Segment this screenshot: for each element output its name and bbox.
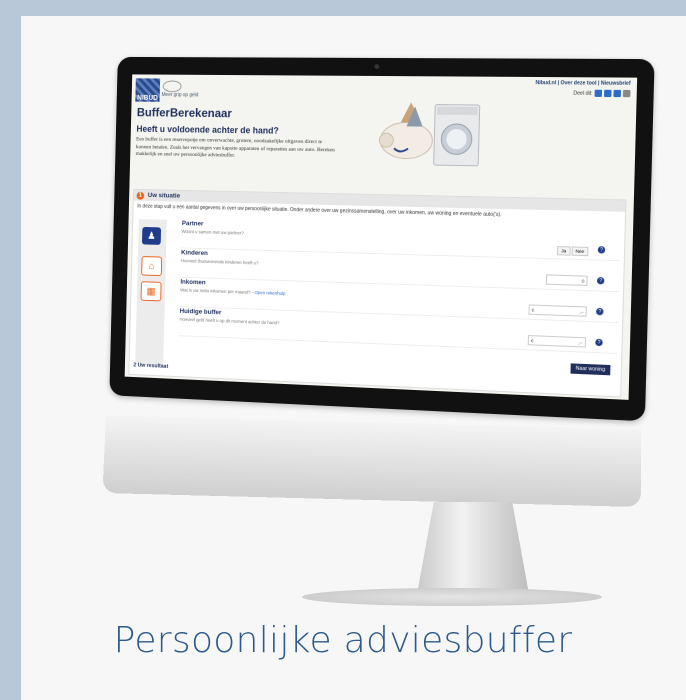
help-icon[interactable]: ?	[596, 277, 605, 285]
currency-prefix: €	[531, 307, 535, 313]
top-navigation[interactable]: Nibud.nl | Over deze tool | Nieuwsbrief	[535, 80, 630, 87]
income-input[interactable]: € ,--	[528, 304, 587, 317]
house-icon[interactable]: ⌂	[141, 256, 163, 277]
category-sidebar: ♟ ⌂ ▦	[135, 219, 167, 366]
children-stepper[interactable]: 0	[545, 274, 588, 286]
step-number-badge: 1	[136, 191, 145, 200]
imac-monitor: NIBUD Meer grip op geld Nibud.nl | Over …	[102, 56, 655, 606]
share-bar: Deel dit:	[573, 89, 631, 98]
monitor-chin	[102, 415, 642, 508]
step-result-header[interactable]: 2 Uw resultaat	[133, 362, 168, 369]
buffer-input[interactable]: € ,--	[527, 335, 587, 348]
amount-suffix: ,--	[579, 308, 584, 315]
washing-machine-image	[432, 103, 482, 168]
page-subtitle: Heeft u voldoende achter de hand?	[136, 123, 279, 136]
stepper-value: 0	[581, 278, 585, 284]
currency-prefix: €	[530, 337, 534, 343]
logo-text: NIBUD	[137, 94, 158, 102]
step-situation-panel: 1 Uw situatie In deze stap vult u een aa…	[128, 188, 627, 398]
partner-toggle[interactable]: Ja Nee	[556, 246, 589, 257]
monitor-bezel: NIBUD Meer grip op geld Nibud.nl | Over …	[109, 56, 655, 422]
camera-icon	[374, 63, 380, 69]
help-icon[interactable]: ?	[595, 338, 603, 347]
household-icon[interactable]: ♟	[141, 226, 162, 245]
share-label: Deel dit:	[573, 90, 593, 97]
row-hint-text: Wat is uw netto inkomen per maand?	[180, 287, 251, 295]
linkedin-icon[interactable]	[613, 89, 621, 98]
step-heading: Uw situatie	[147, 192, 181, 200]
page-title: BufferBerekenaar	[136, 105, 233, 121]
caption: Persoonlijke adviesbuffer	[113, 620, 573, 661]
email-icon[interactable]	[622, 89, 631, 98]
nibud-logo[interactable]: NIBUD	[135, 78, 161, 102]
twitter-icon[interactable]	[603, 89, 612, 98]
calculator-link[interactable]: Open rekenhulp	[254, 290, 285, 296]
next-button[interactable]: Naar woning	[570, 363, 611, 376]
monitor-stand	[417, 502, 529, 594]
option-yes[interactable]: Ja	[556, 246, 571, 256]
help-icon[interactable]: ?	[596, 307, 604, 316]
car-icon[interactable]: ▦	[140, 281, 162, 302]
amount-suffix: ,--	[578, 339, 583, 345]
slogan: Meer grip op geld	[161, 92, 199, 99]
monitor-base	[302, 588, 602, 606]
logo-ring-icon	[162, 80, 182, 93]
option-no[interactable]: Nee	[571, 246, 589, 257]
help-icon[interactable]: ?	[597, 246, 606, 254]
intro-text: Een buffer is een reservepotje om onverw…	[135, 136, 335, 159]
monitor-screen: NIBUD Meer grip op geld Nibud.nl | Over …	[124, 74, 638, 400]
piggy-bank-image	[370, 102, 442, 167]
facebook-icon[interactable]	[594, 89, 603, 97]
